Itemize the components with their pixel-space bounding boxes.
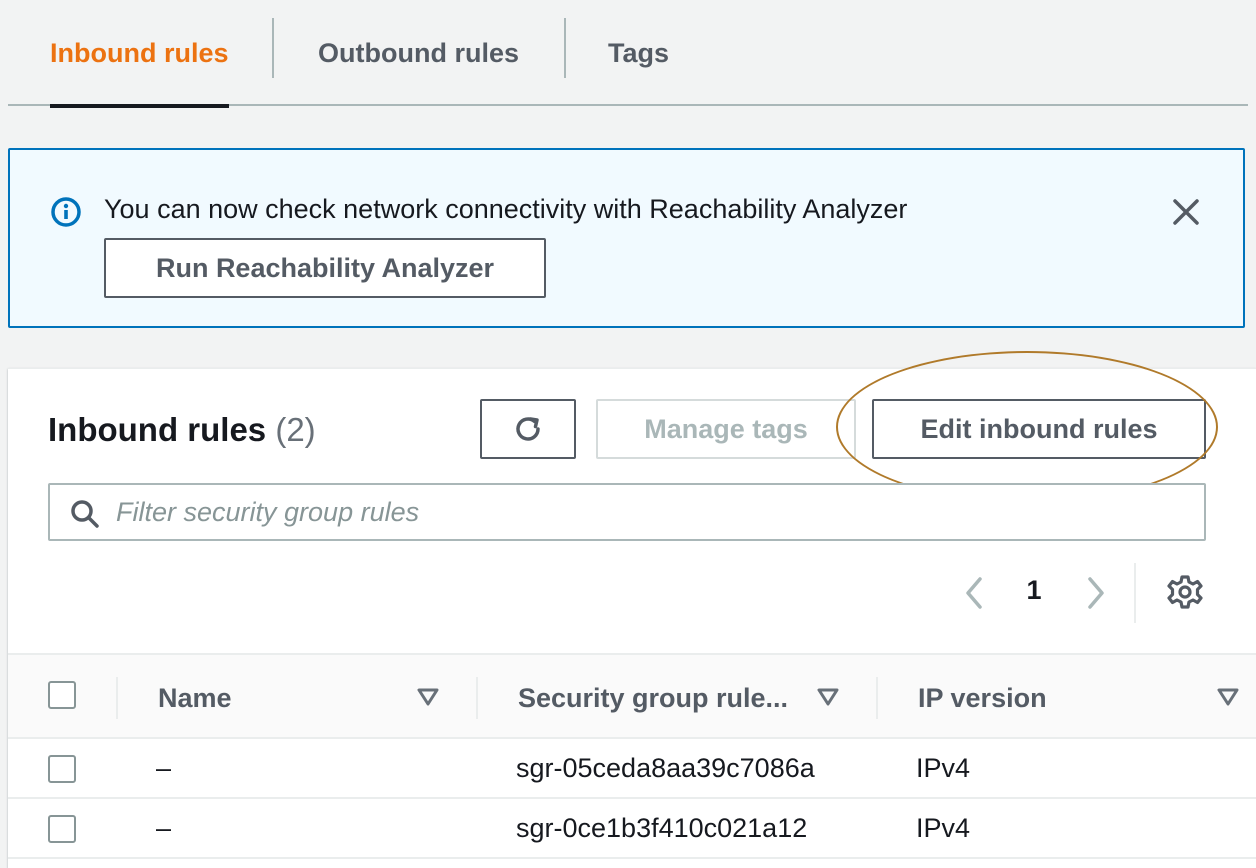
select-all-checkbox[interactable] xyxy=(48,681,76,709)
table-row[interactable]: – sgr-0ce1b3f410c021a12 IPv4 xyxy=(8,799,1256,859)
info-icon xyxy=(51,197,81,227)
panel-title: Inbound rules (2) xyxy=(48,411,316,449)
search-input[interactable] xyxy=(116,485,1196,539)
column-header-rule-id[interactable]: Security group rule... xyxy=(518,683,788,714)
gear-icon[interactable] xyxy=(1166,573,1204,611)
panel-title-text: Inbound rules xyxy=(48,411,267,448)
row-name: – xyxy=(156,813,172,843)
column-divider xyxy=(476,677,478,719)
column-header-ip-version[interactable]: IP version xyxy=(918,683,1047,714)
column-header-name[interactable]: Name xyxy=(158,683,232,714)
row-checkbox[interactable] xyxy=(48,815,76,843)
sort-down-icon[interactable] xyxy=(1216,687,1240,707)
table-row[interactable]: – sgr-05ceda8aa39c7086a IPv4 xyxy=(8,739,1256,799)
tab-bar: Inbound rules Outbound rules Tags xyxy=(8,0,1248,108)
alert-message: You can now check network connectivity w… xyxy=(104,194,908,224)
search-box xyxy=(48,483,1206,541)
row-rule-id: sgr-0ce1b3f410c021a12 xyxy=(516,813,808,843)
row-name: – xyxy=(156,753,172,783)
rule-count: (2) xyxy=(275,411,316,448)
inbound-rules-panel: Inbound rules (2) Manage tags Edit inbou… xyxy=(8,351,1256,868)
tab-divider xyxy=(272,18,274,78)
chevron-right-icon[interactable] xyxy=(1080,573,1110,613)
tab-tags[interactable]: Tags xyxy=(608,0,669,106)
close-icon[interactable] xyxy=(1168,194,1204,230)
sort-down-icon[interactable] xyxy=(416,687,440,707)
refresh-icon xyxy=(516,417,540,441)
info-alert: You can now check network connectivity w… xyxy=(8,148,1245,328)
column-divider xyxy=(116,677,118,719)
pager-divider xyxy=(1134,563,1136,623)
row-ip-version: IPv4 xyxy=(916,813,971,843)
edit-inbound-rules-button[interactable]: Edit inbound rules xyxy=(872,399,1206,459)
refresh-button[interactable] xyxy=(480,399,576,459)
tab-outbound-rules[interactable]: Outbound rules xyxy=(318,0,519,106)
column-divider xyxy=(876,677,878,719)
table-header: Name Security group rule... IP version xyxy=(8,653,1256,739)
chevron-left-icon[interactable] xyxy=(960,573,990,613)
sort-down-icon[interactable] xyxy=(816,687,840,707)
tab-divider xyxy=(564,18,566,78)
search-icon xyxy=(71,500,99,528)
row-checkbox[interactable] xyxy=(48,755,76,783)
row-rule-id: sgr-05ceda8aa39c7086a xyxy=(516,753,815,783)
run-reachability-analyzer-button[interactable]: Run Reachability Analyzer xyxy=(104,238,546,298)
tab-inbound-rules[interactable]: Inbound rules xyxy=(50,0,229,108)
page-number[interactable]: 1 xyxy=(1018,575,1050,611)
manage-tags-button[interactable]: Manage tags xyxy=(596,399,856,459)
row-ip-version: IPv4 xyxy=(916,753,971,783)
